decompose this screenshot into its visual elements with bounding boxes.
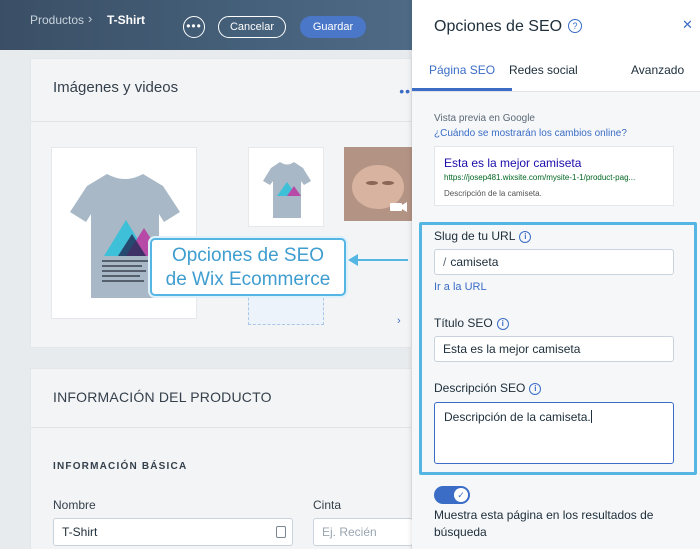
chevron-right-icon[interactable]: › xyxy=(397,315,401,327)
close-icon[interactable]: ✕ xyxy=(682,17,693,33)
save-button[interactable]: Guardar xyxy=(300,16,366,38)
google-preview: Esta es la mejor camiseta https://josep4… xyxy=(434,146,674,206)
basic-info-heading: INFORMACIÓN BÁSICA xyxy=(53,461,188,472)
media-more-icon[interactable]: •• xyxy=(399,83,411,99)
preview-help-link[interactable]: ¿Cuándo se mostrarán los cambios online? xyxy=(434,128,627,139)
callout-line-1: Opciones de SEO xyxy=(171,245,325,266)
divider xyxy=(31,427,411,428)
baby-photo-thumbnail[interactable] xyxy=(344,147,414,221)
video-thumbnail-image xyxy=(344,147,414,221)
tab-advanced[interactable]: Avanzado xyxy=(631,63,684,77)
ribbon-input[interactable]: Ej. Recién llegado xyxy=(313,518,413,546)
breadcrumb-current: T-Shirt xyxy=(107,13,145,27)
tab-social[interactable]: Redes social xyxy=(509,63,578,77)
check-icon: ✓ xyxy=(454,488,468,502)
name-input-value: T-Shirt xyxy=(62,525,98,539)
tshirt-thumbnail xyxy=(263,162,311,218)
product-info-card: INFORMACIÓN DEL PRODUCTO INFORMACIÓN BÁS… xyxy=(30,368,413,549)
ribbon-label: Cinta xyxy=(313,498,342,512)
name-input[interactable]: T-Shirt xyxy=(53,518,293,546)
search-visibility-label: Muestra esta página en los resultados de… xyxy=(434,508,654,539)
breadcrumb-separator-icon: › xyxy=(88,11,93,26)
media-card-title: Imágenes y videos xyxy=(53,79,179,96)
more-actions-button[interactable]: ••• xyxy=(183,16,205,38)
text-format-icon[interactable] xyxy=(276,526,286,538)
divider xyxy=(31,121,411,122)
google-preview-label: Vista previa en Google xyxy=(434,113,535,124)
cancel-button[interactable]: Cancelar xyxy=(218,16,286,38)
panel-title: Opciones de SEO xyxy=(434,18,563,35)
callout-line-2: de Wix Ecommerce xyxy=(165,269,331,290)
google-preview-url: https://josep481.wixsite.com/mysite-1-1/… xyxy=(444,173,636,182)
product-info-title: INFORMACIÓN DEL PRODUCTO xyxy=(53,389,272,405)
top-bar: Productos › T-Shirt ••• Cancelar Guardar xyxy=(0,0,412,50)
highlight-box xyxy=(419,222,697,475)
secondary-product-image[interactable] xyxy=(248,147,324,227)
callout-arrow xyxy=(356,259,408,261)
active-tab-indicator xyxy=(412,88,512,91)
google-preview-description: Descripción de la camiseta. xyxy=(444,189,542,198)
seo-callout: Opciones de SEO de Wix Ecommerce xyxy=(150,238,346,296)
arrow-left-icon xyxy=(348,254,358,266)
search-visibility-toggle[interactable]: ✓ xyxy=(434,486,470,504)
help-icon[interactable]: ? xyxy=(568,19,582,33)
media-card: Imágenes y videos •• › xyxy=(30,58,414,348)
tab-seo-page[interactable]: Página SEO xyxy=(429,63,495,77)
breadcrumb-products[interactable]: Productos xyxy=(30,13,84,27)
name-label: Nombre xyxy=(53,498,96,512)
seo-tabs: Página SEO Redes social Avanzado xyxy=(412,50,700,92)
google-preview-title: Esta es la mejor camiseta xyxy=(444,156,582,170)
